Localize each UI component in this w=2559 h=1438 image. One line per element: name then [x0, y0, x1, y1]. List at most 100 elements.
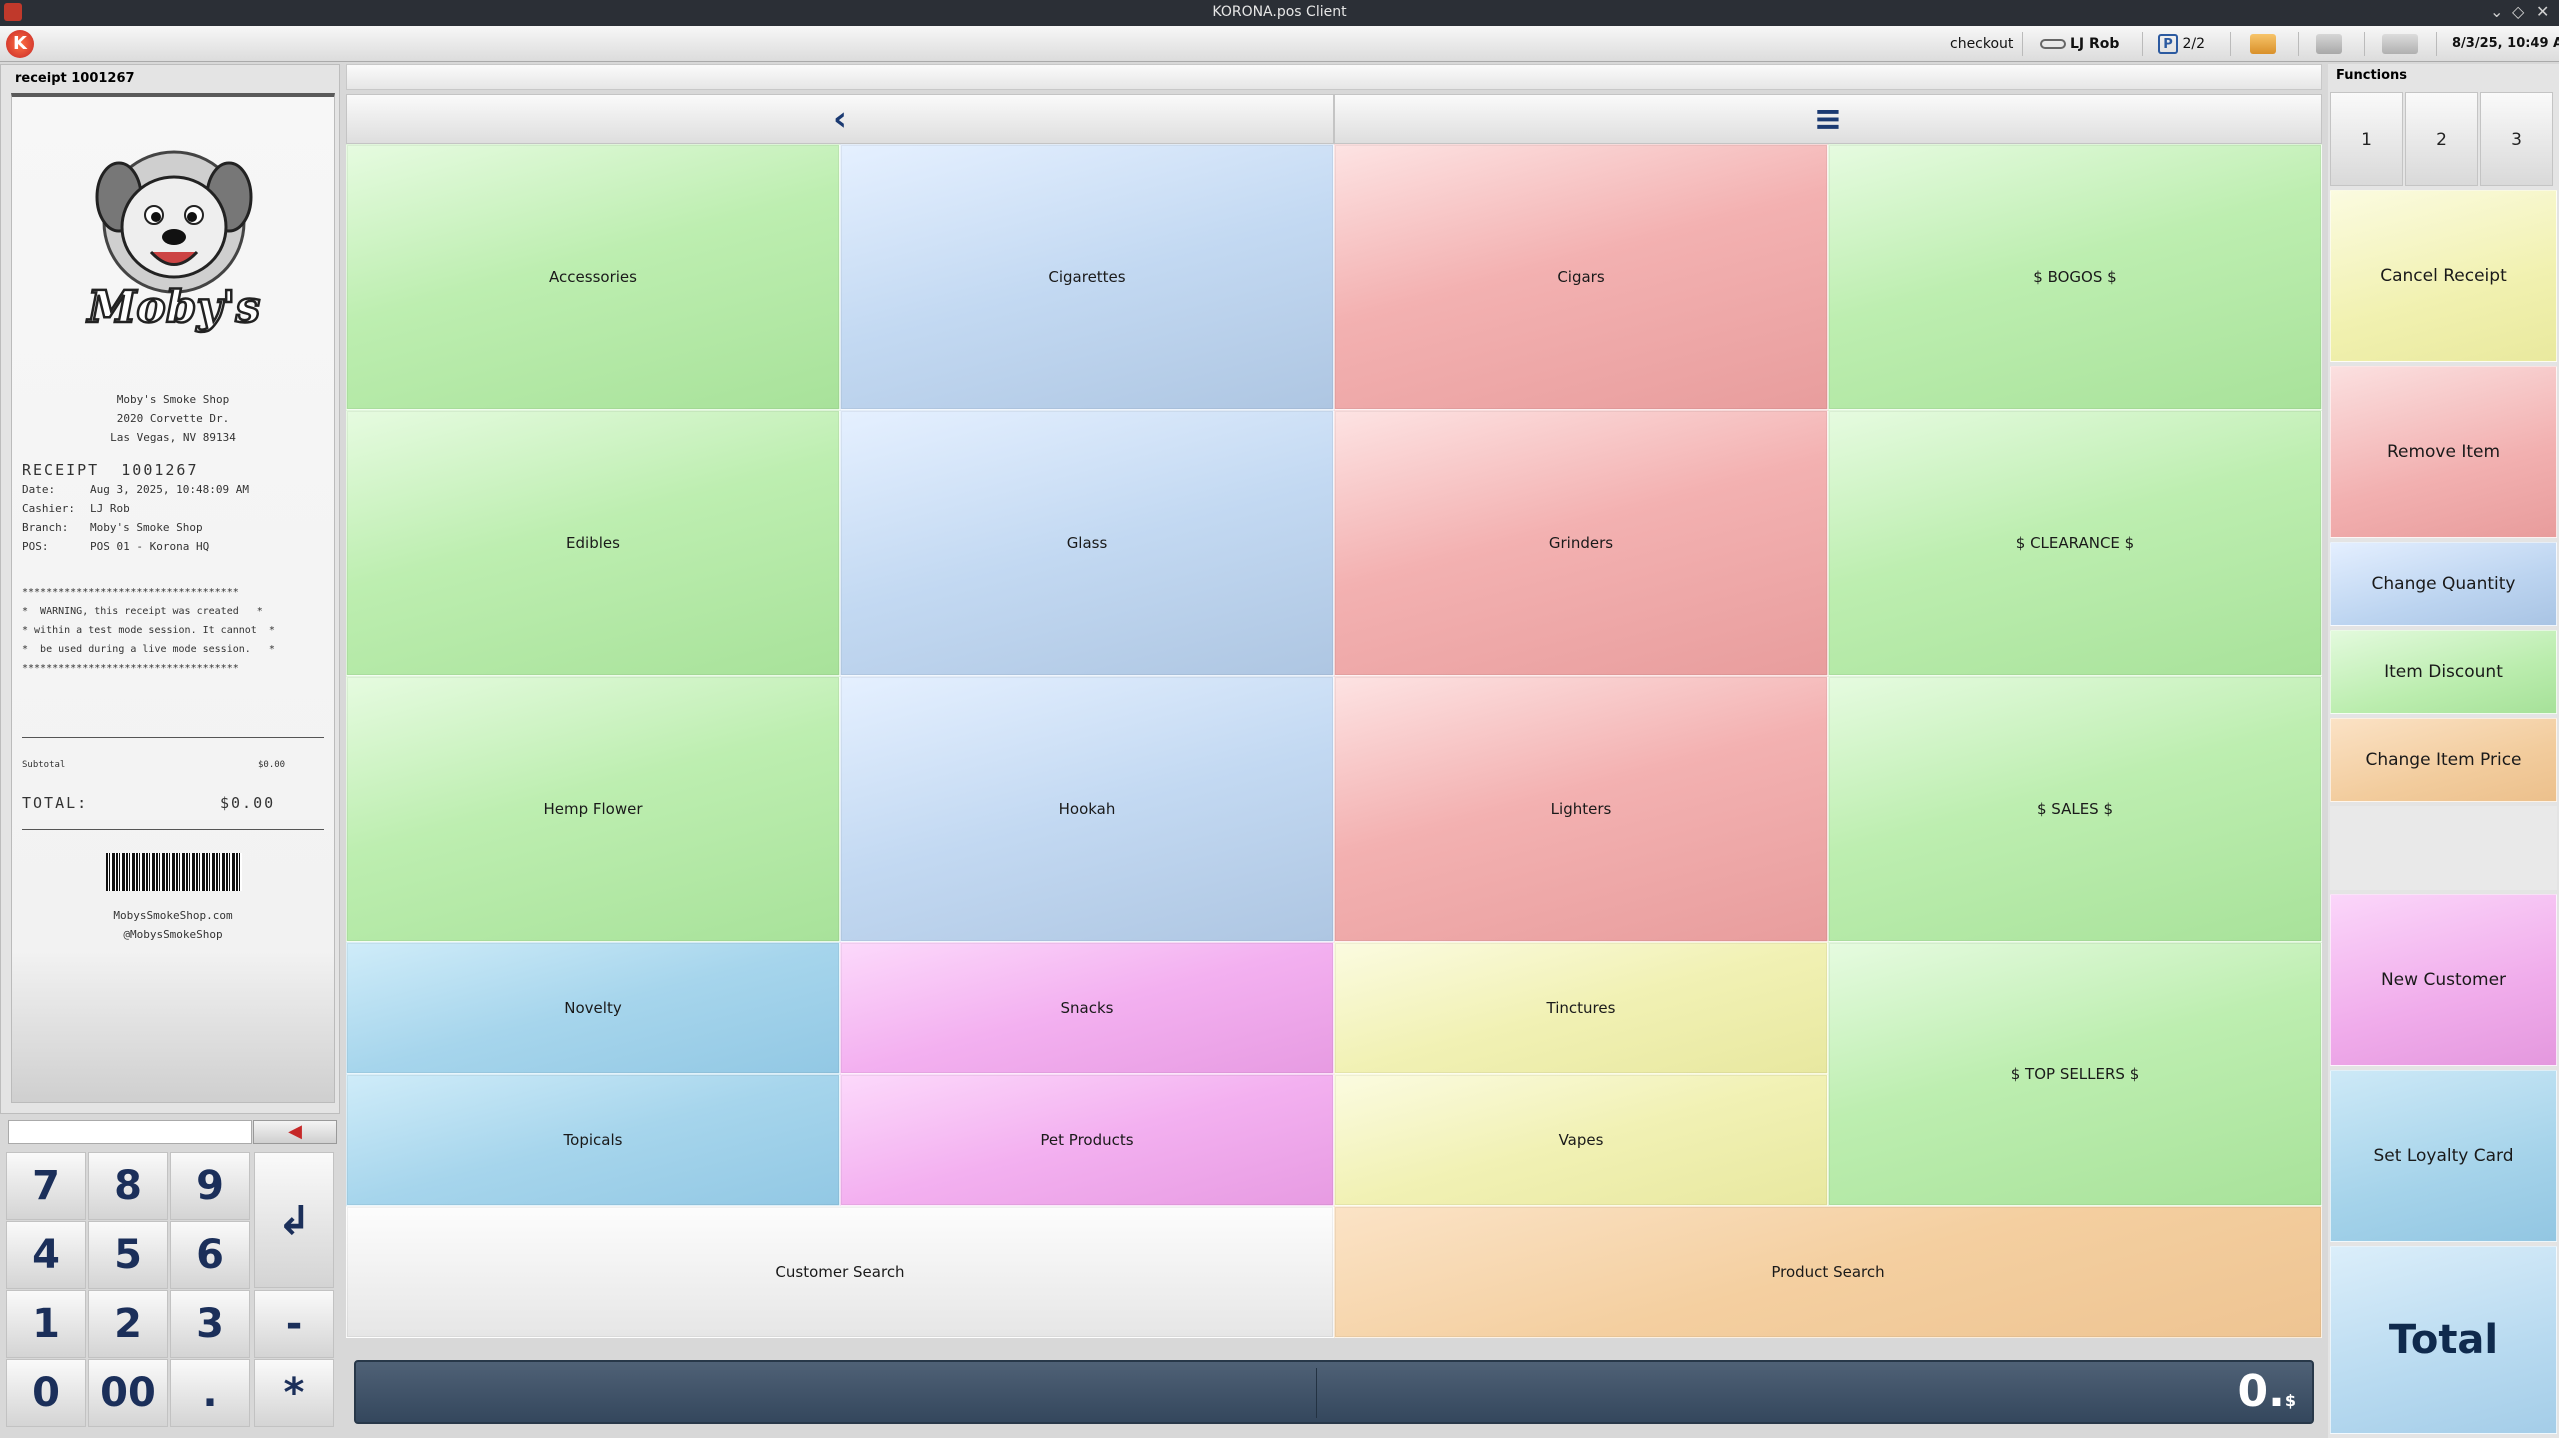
- key-4[interactable]: 4: [6, 1221, 86, 1289]
- category-clearance[interactable]: $ CLEARANCE $: [1828, 410, 2322, 676]
- divider: [2436, 32, 2437, 56]
- key-7[interactable]: 7: [6, 1152, 86, 1220]
- user-name: LJ Rob: [2070, 36, 2120, 52]
- card-terminal-icon[interactable]: [2382, 34, 2418, 54]
- date-label: Date:: [22, 483, 56, 496]
- total-label: TOTAL:: [22, 794, 89, 812]
- new-customer-button[interactable]: New Customer: [2330, 894, 2557, 1066]
- divider: [2142, 32, 2143, 56]
- branch-value: Moby's Smoke Shop: [90, 521, 203, 534]
- key-8[interactable]: 8: [88, 1152, 168, 1220]
- pos-value: POS 01 - Korona HQ: [90, 540, 210, 553]
- category-top-sellers[interactable]: $ TOP SELLERS $: [1828, 942, 2322, 1206]
- key-00[interactable]: 00: [88, 1359, 168, 1427]
- category-accessories[interactable]: Accessories: [346, 144, 840, 410]
- key-3[interactable]: 3: [170, 1290, 250, 1358]
- key-minus[interactable]: -: [254, 1290, 334, 1358]
- warning-border-bottom: ************************************: [22, 663, 239, 674]
- change-quantity-button[interactable]: Change Quantity: [2330, 542, 2557, 626]
- key-5[interactable]: 5: [88, 1221, 168, 1289]
- product-search-button[interactable]: Product Search: [1334, 1206, 2322, 1338]
- branch-label: Branch:: [22, 521, 69, 534]
- maximize-icon[interactable]: ◇: [2512, 2, 2524, 21]
- key-multiply[interactable]: *: [254, 1359, 334, 1427]
- currency-symbol: $: [2284, 1391, 2296, 1410]
- store-name: Moby's Smoke Shop: [116, 393, 230, 406]
- store-address-line1: 2020 Corvette Dr.: [116, 412, 230, 425]
- key-2[interactable]: 2: [88, 1290, 168, 1358]
- close-icon[interactable]: ✕: [2536, 2, 2549, 21]
- cancel-receipt-button[interactable]: Cancel Receipt: [2330, 190, 2557, 362]
- key-6[interactable]: 6: [170, 1221, 250, 1289]
- cashier-value: LJ Rob: [90, 502, 130, 515]
- subtotal-value: $0.00: [258, 760, 286, 770]
- functions-tab-1[interactable]: 1: [2330, 92, 2403, 186]
- divider: [2364, 32, 2365, 56]
- functions-tab-3[interactable]: 3: [2480, 92, 2553, 186]
- breadcrumb-bar: [346, 64, 2322, 90]
- category-vapes[interactable]: Vapes: [1334, 1074, 1828, 1206]
- category-glass[interactable]: Glass: [840, 410, 1334, 676]
- category-bogos[interactable]: $ BOGOS $: [1828, 144, 2322, 410]
- change-item-price-button[interactable]: Change Item Price: [2330, 718, 2557, 802]
- minimize-icon[interactable]: ⌄: [2490, 2, 2503, 21]
- user-menu[interactable]: LJ Rob: [2040, 26, 2119, 62]
- category-hookah[interactable]: Hookah: [840, 676, 1334, 942]
- category-pet-products[interactable]: Pet Products: [840, 1074, 1334, 1206]
- menu-button[interactable]: ≡: [1334, 94, 2322, 144]
- printer-icon[interactable]: [2316, 34, 2342, 54]
- receipt-panel: receipt 1001267 Moby's Moby's Smoke Shop…: [0, 64, 340, 1114]
- key-0[interactable]: 0: [6, 1359, 86, 1427]
- store-handle: @MobysSmokeShop: [123, 928, 223, 941]
- functions-tab-2[interactable]: 2: [2405, 92, 2478, 186]
- category-novelty[interactable]: Novelty: [346, 942, 840, 1074]
- category-grinders[interactable]: Grinders: [1334, 410, 1828, 676]
- back-button[interactable]: ‹: [346, 94, 1334, 144]
- parked-count: 2/2: [2182, 36, 2205, 52]
- category-tinctures[interactable]: Tinctures: [1334, 942, 1828, 1074]
- key-9[interactable]: 9: [170, 1152, 250, 1220]
- category-cigarettes[interactable]: Cigarettes: [840, 144, 1334, 410]
- enter-button[interactable]: ↲: [254, 1152, 334, 1288]
- category-hemp-flower[interactable]: Hemp Flower: [346, 676, 840, 942]
- category-edibles[interactable]: Edibles: [346, 410, 840, 676]
- mode-label[interactable]: checkout: [1950, 26, 2013, 62]
- key-icon: [2040, 39, 2066, 49]
- warning-line: * be used during a live mode session. *: [22, 644, 275, 655]
- total-button[interactable]: Total: [2330, 1246, 2557, 1434]
- category-cigars[interactable]: Cigars: [1334, 144, 1828, 410]
- receipt-title: RECEIPT 1001267: [22, 461, 199, 479]
- customer-search-button[interactable]: Customer Search: [346, 1206, 1334, 1338]
- empty-function-slot: [2330, 806, 2557, 890]
- functions-panel: Functions 1 2 3 Cancel Receipt Remove It…: [2328, 64, 2559, 1438]
- cashier-label: Cashier:: [22, 502, 75, 515]
- subtotal-label: Subtotal: [22, 760, 66, 770]
- key-1[interactable]: 1: [6, 1290, 86, 1358]
- item-discount-button[interactable]: Item Discount: [2330, 630, 2557, 714]
- chevron-left-icon: ‹: [832, 99, 847, 139]
- category-sales[interactable]: $ SALES $: [1828, 676, 2322, 942]
- store-logo: Moby's: [84, 150, 262, 334]
- set-loyalty-card-button[interactable]: Set Loyalty Card: [2330, 1070, 2557, 1242]
- quantity-input[interactable]: [8, 1120, 252, 1144]
- store-address-line2: Las Vegas, NV 89134: [110, 431, 236, 444]
- korona-logo-icon[interactable]: K: [6, 30, 34, 58]
- remove-item-button[interactable]: Remove Item: [2330, 366, 2557, 538]
- store-website: MobysSmokeShop.com: [113, 909, 233, 922]
- warning-line: * WARNING, this receipt was created *: [22, 606, 263, 617]
- backspace-button[interactable]: ◀: [253, 1120, 337, 1144]
- category-snacks[interactable]: Snacks: [840, 942, 1334, 1074]
- divider: [22, 829, 324, 830]
- receipt-preview[interactable]: Moby's Moby's Smoke Shop 2020 Corvette D…: [11, 93, 335, 1103]
- total-display: 0.$: [354, 1360, 2314, 1424]
- parked-receipts[interactable]: P 2/2: [2158, 26, 2205, 62]
- divider: [2298, 32, 2299, 56]
- numeric-keypad: 7 8 9 ↲ 4 5 6 1 2 3 - 0 00 . *: [6, 1152, 340, 1434]
- divider: [1316, 1368, 1317, 1418]
- top-toolbar: K checkout LJ Rob P 2/2 8/3/25, 10:49 AM: [0, 26, 2559, 62]
- category-lighters[interactable]: Lighters: [1334, 676, 1828, 942]
- cash-drawer-icon[interactable]: [2250, 34, 2276, 54]
- key-decimal[interactable]: .: [170, 1359, 250, 1427]
- category-navigation: ‹ ≡: [346, 94, 2322, 144]
- category-topicals[interactable]: Topicals: [346, 1074, 840, 1206]
